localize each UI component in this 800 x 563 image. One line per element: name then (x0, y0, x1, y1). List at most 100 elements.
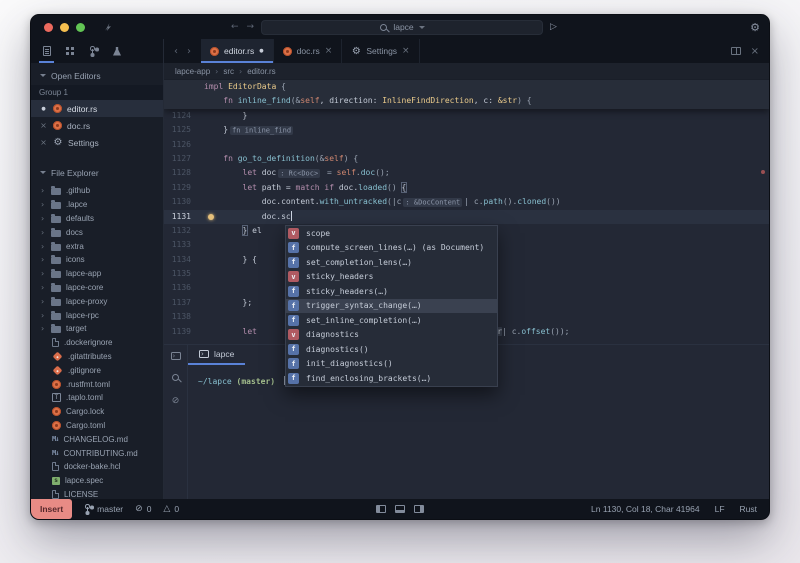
warning-count[interactable]: △ 0 (163, 504, 179, 514)
activity-file-explorer[interactable] (41, 39, 53, 63)
file-docker-bake.hcl[interactable]: docker-bake.hcl (31, 460, 163, 474)
chevron-right-icon: › (41, 297, 46, 306)
close-icon[interactable]: × (402, 46, 410, 56)
code-line[interactable]: 1130 doc.content.with_untracked(|c: &Doc… (164, 195, 769, 209)
file-label: lapce.spec (65, 476, 103, 485)
file-explorer-icon (43, 46, 51, 56)
open-editors-header[interactable]: Open Editors (31, 66, 163, 85)
chevron-down-icon (40, 171, 46, 174)
file-.gitattributes[interactable]: .gitattributes (31, 350, 163, 364)
tab-Settings[interactable]: Settings× (342, 39, 419, 63)
panel-terminal-button[interactable] (171, 352, 181, 362)
completion-item[interactable]: fset_completion_lens(…) (286, 255, 497, 270)
completion-item[interactable]: vsticky_headers (286, 270, 497, 285)
folder-lapce-core[interactable]: ›lapce-core (31, 281, 163, 295)
code-line[interactable]: 1129 let path = match if doc.loaded() { (164, 181, 769, 195)
completion-item[interactable]: ffind_enclosing_brackets(…) (286, 371, 497, 386)
modified-dot[interactable]: ● (259, 48, 263, 54)
file-Cargo.toml[interactable]: Cargo.toml (31, 419, 163, 433)
close-icon[interactable]: × (325, 46, 333, 56)
completion-item[interactable]: fsticky_headers(…) (286, 284, 497, 299)
folder-lapce-app[interactable]: ›lapce-app (31, 267, 163, 281)
sticky-line[interactable]: impl EditorData { (164, 80, 769, 94)
folder-defaults[interactable]: ›defaults (31, 212, 163, 226)
completion-item[interactable]: fdiagnostics() (286, 342, 497, 357)
lightbulb-icon[interactable] (208, 214, 214, 220)
folder-extra[interactable]: ›extra (31, 239, 163, 253)
tab-editor.rs[interactable]: editor.rs● (201, 39, 274, 63)
folder-label: lapce-proxy (66, 297, 107, 306)
run-button[interactable]: ▷ (550, 22, 557, 32)
file-.dockerignore[interactable]: .dockerignore (31, 336, 163, 350)
activity-branch[interactable] (87, 39, 100, 63)
zoom-window-button[interactable] (76, 23, 85, 32)
minimize-window-button[interactable] (60, 23, 69, 32)
terminal-tab[interactable]: lapce (188, 345, 245, 365)
toggle-bottom-panel-icon[interactable] (395, 505, 405, 513)
code-line[interactable]: 1128 let doc: Rc<Doc> = self.doc(); (164, 166, 769, 180)
panel-search-button[interactable] (171, 373, 180, 384)
folder-.lapce[interactable]: ›.lapce (31, 198, 163, 212)
completion-item[interactable]: fset_inline_completion(…) (286, 313, 497, 328)
open-editor-editor.rs[interactable]: ●editor.rs (31, 100, 163, 117)
close-window-button[interactable] (44, 23, 53, 32)
activity-plugin[interactable] (64, 39, 76, 63)
open-editor-Settings[interactable]: ×Settings (31, 134, 163, 151)
code-line[interactable]: 1131 doc.sc (164, 210, 769, 224)
breadcrumb-item[interactable]: lapce-app (175, 67, 210, 76)
breadcrumb-item[interactable]: src (223, 67, 234, 76)
file-.rustfmt.toml[interactable]: .rustfmt.toml (31, 377, 163, 391)
completion-item[interactable]: vscope (286, 226, 497, 241)
file-CONTRIBUTING.md[interactable]: CONTRIBUTING.md (31, 446, 163, 460)
mode-badge[interactable]: Insert (31, 499, 72, 519)
line-ending[interactable]: LF (715, 504, 725, 514)
open-editor-doc.rs[interactable]: ×doc.rs (31, 117, 163, 134)
close-icon[interactable]: × (39, 121, 48, 130)
tab-nav-forward-icon[interactable]: › (187, 46, 191, 57)
folder-icon (51, 202, 61, 209)
file-explorer-header[interactable]: File Explorer (31, 163, 163, 182)
folder-icons[interactable]: ›icons (31, 253, 163, 267)
split-editor-icon[interactable] (731, 47, 741, 55)
tab-doc.rs[interactable]: doc.rs× (274, 39, 343, 63)
file-CHANGELOG.md[interactable]: CHANGELOG.md (31, 432, 163, 446)
close-editor-icon[interactable]: × (751, 46, 759, 57)
folder-lapce-rpc[interactable]: ›lapce-rpc (31, 308, 163, 322)
command-palette-search[interactable]: lapce (261, 20, 543, 35)
folder-.github[interactable]: ›.github (31, 184, 163, 198)
file-Cargo.lock[interactable]: Cargo.lock (31, 405, 163, 419)
language-mode[interactable]: Rust (740, 504, 757, 514)
panel-problems-button[interactable] (172, 395, 180, 406)
cursor-position[interactable]: Ln 1130, Col 18, Char 41964 (591, 504, 700, 514)
code-line[interactable]: 1124 } (164, 109, 769, 123)
file-LICENSE[interactable]: LICENSE (31, 488, 163, 499)
error-count[interactable]: ⊘ 0 (135, 504, 151, 514)
completion-item[interactable]: finit_diagnostics() (286, 357, 497, 372)
completion-item[interactable]: ftrigger_syntax_change(…) (286, 299, 497, 314)
folder-target[interactable]: ›target (31, 322, 163, 336)
close-icon[interactable]: × (39, 138, 48, 147)
sticky-line[interactable]: fn inline_find(&self, direction: InlineF… (164, 94, 769, 108)
folder-lapce-proxy[interactable]: › lapce-proxy (31, 294, 163, 308)
folder-icon (51, 230, 61, 237)
tab-nav-back-icon[interactable]: ‹ (174, 46, 178, 57)
file-.taplo.toml[interactable]: .taplo.toml (31, 391, 163, 405)
toggle-right-panel-icon[interactable] (414, 505, 424, 513)
completion-item[interactable]: fcompute_screen_lines(…) (as Document) (286, 241, 497, 256)
breadcrumb-item[interactable]: editor.rs (247, 67, 275, 76)
activity-debug[interactable] (111, 39, 123, 63)
modified-dot[interactable]: ● (39, 106, 48, 112)
toggle-left-panel-icon[interactable] (376, 505, 386, 513)
completion-item[interactable]: vdiagnostics (286, 328, 497, 343)
breadcrumb[interactable]: lapce-app›src›editor.rs (164, 63, 769, 80)
forward-arrow-icon[interactable]: → (247, 22, 255, 32)
code-line[interactable]: 1126 (164, 138, 769, 152)
folder-docs[interactable]: ›docs (31, 225, 163, 239)
git-branch-indicator[interactable]: master (84, 504, 123, 514)
code-line[interactable]: 1125 }fn inline_find (164, 123, 769, 137)
code-line[interactable]: 1127 fn go_to_definition(&self) { (164, 152, 769, 166)
file-lapce.spec[interactable]: lapce.spec (31, 474, 163, 488)
settings-gear-icon[interactable]: ⚙ (750, 21, 760, 34)
back-arrow-icon[interactable]: ← (231, 22, 239, 32)
file-.gitignore[interactable]: .gitignore (31, 363, 163, 377)
